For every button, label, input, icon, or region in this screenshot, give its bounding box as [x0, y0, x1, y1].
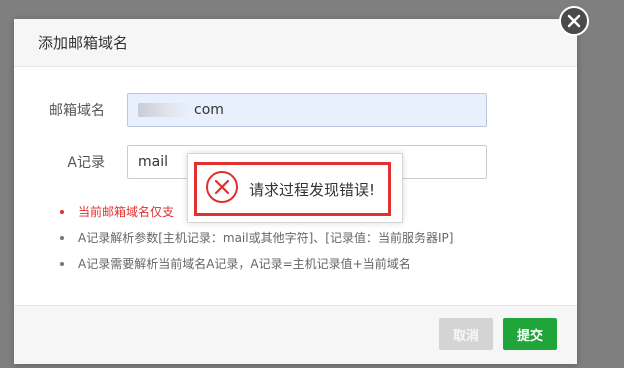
- error-toast: 请求过程发现错误!: [187, 153, 403, 223]
- redacted-text: [138, 103, 190, 117]
- error-highlight-box: 请求过程发现错误!: [194, 162, 391, 216]
- cancel-button[interactable]: 取消: [439, 318, 493, 350]
- dialog-footer: 取消 提交: [14, 305, 577, 364]
- domain-label: 邮箱域名: [49, 103, 105, 119]
- error-x-circle-icon: [205, 170, 239, 208]
- a-record-label: A记录: [67, 155, 105, 171]
- close-icon[interactable]: [559, 6, 589, 36]
- note-item-a-record-resolve: A记录需要解析当前域名A记录，A记录=主机记录值+当前域名: [60, 251, 453, 277]
- domain-input-value: com: [194, 102, 224, 118]
- dialog-title: 添加邮箱域名: [38, 34, 129, 52]
- error-message: 请求过程发现错误!: [249, 180, 376, 199]
- submit-button[interactable]: 提交: [503, 318, 557, 350]
- note-item-a-record-params: A记录解析参数[主机记录：mail或其他字符]、[记录值：当前服务器IP]: [60, 225, 453, 251]
- domain-input[interactable]: com: [127, 93, 487, 127]
- dialog-header: 添加邮箱域名: [14, 19, 577, 67]
- domain-row: 邮箱域名 com: [14, 93, 487, 127]
